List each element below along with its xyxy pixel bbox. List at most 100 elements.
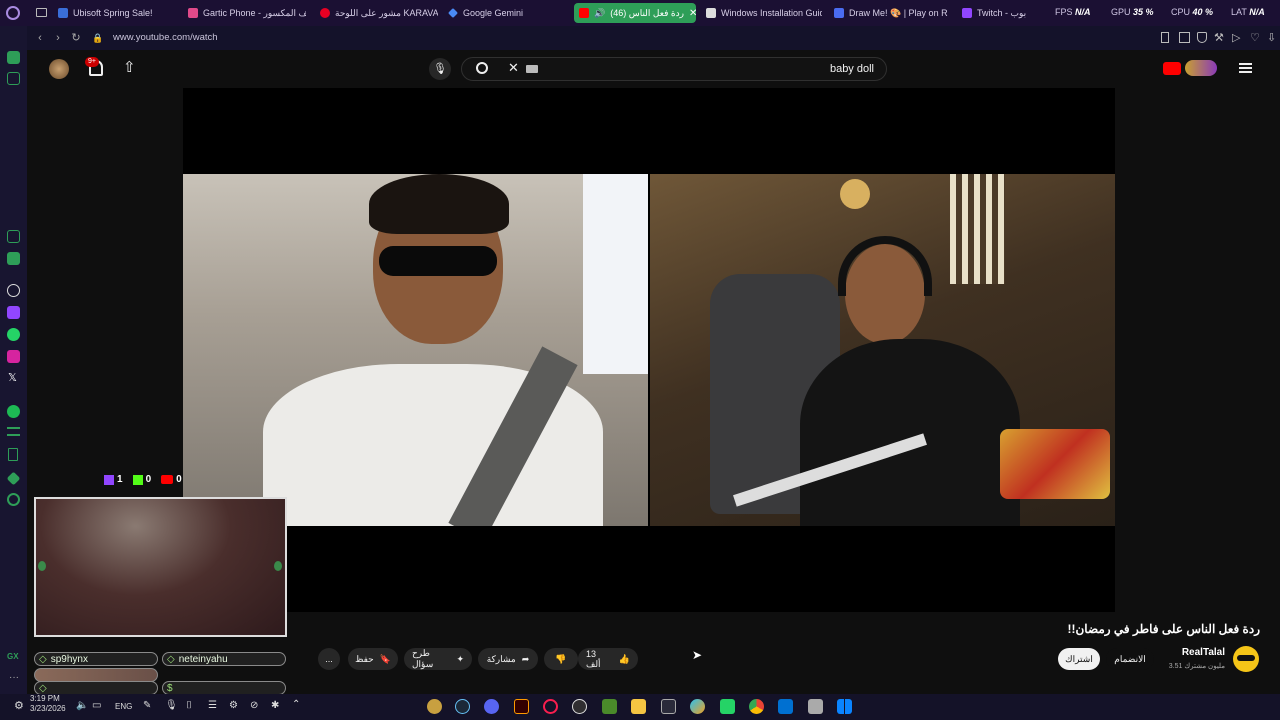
reload-button[interactable]: ↻	[69, 31, 83, 45]
whatsapp-taskbar-icon[interactable]	[720, 699, 735, 714]
document-icon[interactable]	[8, 448, 18, 461]
right-handle-icon[interactable]	[274, 561, 282, 571]
window-icon[interactable]	[808, 699, 823, 714]
whatsapp-icon[interactable]	[7, 328, 20, 341]
like-button[interactable]: 13 ألف 👍	[578, 648, 638, 670]
tab-list-icon[interactable]	[36, 8, 47, 17]
tab-windows-guide[interactable]: Windows Installation Guide	[706, 3, 822, 23]
steam-icon[interactable]	[455, 699, 470, 714]
bookmark-save-icon: 🔖	[379, 653, 391, 664]
display-icon[interactable]: ▭	[92, 700, 101, 711]
tab-label: Draw Me! 🎨 | Play on Roblox	[849, 7, 948, 18]
channel-avatar[interactable]	[1233, 646, 1259, 672]
left-handle-icon[interactable]	[38, 561, 46, 571]
volume-icon[interactable]: 🔈	[76, 700, 88, 711]
dislike-button[interactable]: 👎	[544, 648, 578, 670]
mic-tray-icon[interactable]: 🎙	[165, 700, 178, 711]
voice-search-icon[interactable]: 🎙	[429, 58, 451, 80]
search-icon[interactable]	[476, 62, 488, 74]
back-button[interactable]: ‹	[33, 31, 47, 45]
upload-icon[interactable]: ⇧	[123, 58, 136, 76]
twitch-icon[interactable]	[7, 306, 20, 319]
bookmark-icon[interactable]	[1161, 32, 1169, 43]
clock-date[interactable]: 3/23/2026	[30, 704, 66, 713]
store-icon[interactable]	[661, 699, 676, 714]
download-icon[interactable]: ⇩	[1267, 31, 1276, 44]
language-indicator[interactable]: ENG	[115, 702, 132, 711]
video-player[interactable]	[183, 88, 1115, 612]
tab-roblox[interactable]: Draw Me! 🎨 | Play on Roblox	[834, 3, 948, 23]
more-icon[interactable]: ···	[9, 672, 19, 683]
youtube-logo[interactable]	[1163, 62, 1181, 75]
more-actions-button[interactable]: ...	[318, 648, 340, 670]
obs-icon[interactable]	[572, 699, 587, 714]
send-icon[interactable]: ▷	[1232, 31, 1240, 44]
forward-button[interactable]: ›	[51, 31, 65, 45]
extensions-icon[interactable]: ⚒	[1214, 31, 1224, 44]
chevron-up-icon[interactable]: ⌃	[292, 699, 300, 710]
tab-gemini[interactable]: Google Gemini	[448, 3, 558, 23]
usb-icon[interactable]: ⌷	[186, 700, 192, 711]
channel-name[interactable]: RealTalal	[1170, 647, 1225, 658]
search-box[interactable]: ✕ baby doll	[461, 57, 887, 81]
shield-icon[interactable]	[1197, 32, 1207, 43]
clock-time[interactable]: 3:19 PM	[30, 694, 60, 703]
chatgpt-icon[interactable]	[7, 284, 20, 297]
roblox-icon	[834, 8, 844, 18]
menu-lines-icon[interactable]	[7, 427, 20, 436]
clear-search-icon[interactable]: ✕	[508, 60, 519, 76]
app-icon-1[interactable]	[427, 699, 442, 714]
pinterest-icon	[320, 8, 330, 18]
gear-tray-icon[interactable]: ⚙	[229, 700, 238, 711]
avatar[interactable]	[49, 59, 69, 79]
settings-tray-icon[interactable]: ⚙	[14, 699, 24, 712]
tab-youtube-active[interactable]: 🔊 ردة فعل الناس (46) ✕	[574, 3, 696, 23]
network-icon[interactable]: ☰	[208, 700, 217, 711]
pen-icon[interactable]: ✎	[143, 700, 151, 711]
tab-label: مشور على اللوحة KARAVANA	[335, 7, 438, 18]
tab-twitch[interactable]: Twitch - بوب	[962, 3, 1036, 23]
illustrator-icon[interactable]	[514, 699, 529, 714]
tab-ubisoft[interactable]: Ubisoft Spring Sale!	[58, 3, 182, 23]
x-twitter-icon[interactable]: 𝕏	[8, 371, 17, 384]
file-explorer-icon[interactable]	[631, 699, 646, 714]
share-button[interactable]: مشاركة ➦	[478, 648, 538, 670]
browser-logo-icon[interactable]	[6, 6, 20, 20]
more-actions-label: ...	[325, 654, 333, 664]
save-button[interactable]: حفظ 🔖	[348, 648, 398, 670]
settings-icon[interactable]	[7, 493, 20, 506]
start-button-icon[interactable]	[837, 699, 852, 714]
spotify-icon[interactable]	[7, 405, 20, 418]
chrome-icon[interactable]	[749, 699, 764, 714]
twitch-sidebar-icon[interactable]	[7, 230, 20, 243]
join-button[interactable]: الانضمام	[1106, 648, 1154, 670]
gartic-icon	[188, 8, 198, 18]
diamond-icon[interactable]	[6, 471, 21, 486]
tab-pinterest[interactable]: مشور على اللوحة KARAVANA	[320, 3, 438, 23]
webcam-overlay	[34, 497, 287, 637]
gamepad-icon[interactable]	[7, 72, 20, 85]
search-input[interactable]: baby doll	[830, 63, 874, 75]
speaker-icon[interactable]: 🔊	[594, 8, 605, 19]
discord-icon[interactable]	[484, 699, 499, 714]
home-icon[interactable]	[7, 51, 20, 64]
gx-icon[interactable]: GX	[7, 652, 19, 661]
heart-icon[interactable]: ♡	[1250, 31, 1260, 44]
mute-icon[interactable]: ⊘	[250, 700, 258, 711]
close-tab-icon[interactable]: ✕	[689, 8, 696, 19]
keyboard-icon[interactable]	[526, 65, 538, 73]
minecraft-icon[interactable]	[602, 699, 617, 714]
screenshot-icon[interactable]	[1179, 32, 1190, 43]
instagram-icon[interactable]	[7, 350, 20, 363]
url-field[interactable]: www.youtube.com/watch	[113, 32, 218, 43]
discord-sidebar-icon[interactable]	[7, 252, 20, 265]
mouse-cursor-icon: ➤	[692, 648, 703, 662]
chat-row	[34, 668, 158, 682]
subscribe-button[interactable]: اشتراك	[1058, 648, 1100, 670]
opera-gx-icon[interactable]	[543, 699, 558, 714]
tab-gartic-phone[interactable]: Gartic Phone - الهاتف المكسور	[188, 3, 306, 23]
playstation-icon[interactable]	[778, 699, 793, 714]
copilot-icon[interactable]	[690, 699, 705, 714]
ask-button[interactable]: طرح سؤال ✦	[404, 648, 472, 670]
fan-icon[interactable]: ✱	[271, 700, 279, 711]
